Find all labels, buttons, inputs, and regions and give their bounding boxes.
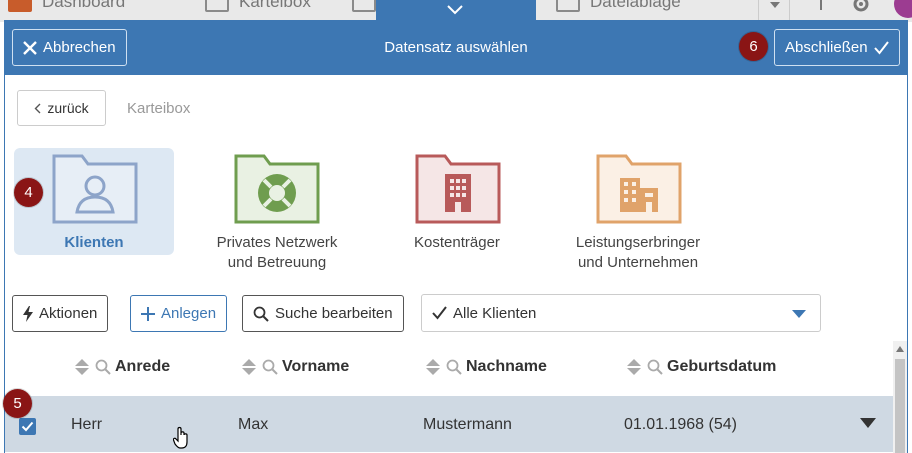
scroll-up-icon[interactable] <box>896 346 904 352</box>
edit-icon <box>352 0 376 12</box>
category-kostentraeger[interactable]: Kostenträger <box>377 148 537 255</box>
cell-anrede: Herr <box>71 416 103 433</box>
sort-icon[interactable] <box>627 359 641 375</box>
step-marker-4: 4 <box>14 178 43 207</box>
create-button-label: Anlegen <box>161 305 217 322</box>
caret-down-icon <box>792 310 806 318</box>
close-icon <box>23 40 37 55</box>
actions-button[interactable]: Aktionen <box>12 295 109 332</box>
chevron-down-icon <box>447 5 463 15</box>
company-folder-icon <box>596 154 682 224</box>
folder-icon <box>556 0 580 12</box>
plus-icon <box>141 306 155 321</box>
category-label: Leistungserbringer und Unternehmen <box>528 233 748 273</box>
chevron-left-icon <box>34 103 41 113</box>
row-checkbox[interactable] <box>19 418 36 435</box>
dateiablage-tab-label: Dateiablage <box>590 0 681 11</box>
person-folder-icon <box>52 154 138 224</box>
karteibox-tab-label: Karteibox <box>239 0 311 11</box>
category-label-text: Leistungserbringer und Unternehmen <box>575 234 701 271</box>
app-top-strip: Dashboard Karteibox Dateiablage <box>0 0 912 22</box>
cell-nachname: Mustermann <box>423 416 512 433</box>
category-leistungserbringer[interactable]: Leistungserbringer und Unternehmen <box>558 148 718 271</box>
cancel-button-label: Abbrechen <box>43 39 116 56</box>
step-marker-6: 6 <box>739 32 768 61</box>
lightning-icon <box>23 305 33 322</box>
sort-icon[interactable] <box>242 359 256 375</box>
column-header-anrede[interactable]: Anrede <box>75 358 170 376</box>
info-icon[interactable] <box>818 0 824 10</box>
step-marker-5: 5 <box>3 389 32 418</box>
column-label: Nachname <box>466 358 547 375</box>
actions-button-label: Aktionen <box>39 305 98 322</box>
record-select-modal: Datensatz auswählen Abbrechen Abschließe… <box>3 20 908 453</box>
cell-vorname: Max <box>238 416 269 433</box>
table-scrollbar[interactable] <box>893 341 907 453</box>
breadcrumb-current: Karteibox <box>127 100 191 117</box>
active-tab-collapse[interactable] <box>376 0 536 22</box>
back-button-label: zurück <box>47 100 89 116</box>
back-button[interactable]: zurück <box>17 90 106 126</box>
checkmark-icon <box>21 421 34 432</box>
table-header: Anrede Vorname Nachname Geburtsdatum <box>5 346 893 391</box>
gear-icon[interactable] <box>851 0 871 14</box>
column-label: Vorname <box>282 358 350 375</box>
category-label-text: Privates Netzwerk und Betreuung <box>216 234 338 271</box>
sort-icon[interactable] <box>75 359 89 375</box>
column-label: Geburtsdatum <box>667 358 777 375</box>
dateiablage-tab[interactable]: Dateiablage <box>556 0 681 12</box>
hand-cursor-icon <box>173 426 188 449</box>
avatar[interactable] <box>894 0 912 18</box>
dashboard-icon <box>8 0 32 12</box>
search-icon[interactable] <box>446 359 462 375</box>
client-filter-select[interactable]: Alle Klienten <box>421 294 821 332</box>
building-folder-icon <box>415 154 501 224</box>
finish-button-label: Abschließen <box>785 39 868 56</box>
tab-overflow-button[interactable] <box>758 0 790 22</box>
checkmark-icon <box>873 40 889 55</box>
checkmark-icon <box>432 306 447 320</box>
search-icon[interactable] <box>647 359 663 375</box>
client-filter-value: Alle Klienten <box>453 304 537 322</box>
column-label: Anrede <box>115 358 171 375</box>
scroll-thumb[interactable] <box>895 359 905 453</box>
cell-geburtsdatum: 01.01.1968 (54) <box>624 416 737 433</box>
edit-search-button-label: Suche bearbeiten <box>275 305 393 322</box>
search-icon <box>253 306 269 322</box>
box-icon <box>205 0 229 12</box>
finish-button[interactable]: Abschließen <box>774 29 900 66</box>
search-icon[interactable] <box>95 359 111 375</box>
dashboard-tab[interactable]: Dashboard <box>8 0 125 12</box>
edit-tab[interactable] <box>352 0 376 12</box>
column-header-vorname[interactable]: Vorname <box>242 358 349 376</box>
cancel-button[interactable]: Abbrechen <box>12 29 127 66</box>
edit-search-button[interactable]: Suche bearbeiten <box>242 295 404 332</box>
modal-header: Datensatz auswählen Abbrechen Abschließe… <box>5 21 907 75</box>
caret-down-icon <box>770 2 780 8</box>
table-row[interactable]: Herr Max Mustermann 01.01.1968 (54) <box>5 396 893 452</box>
sort-icon[interactable] <box>426 359 440 375</box>
column-header-nachname[interactable]: Nachname <box>426 358 547 376</box>
column-header-geburtsdatum[interactable]: Geburtsdatum <box>627 358 776 376</box>
category-privates-netzwerk[interactable]: Privates Netzwerk und Betreuung <box>196 148 356 271</box>
create-button[interactable]: Anlegen <box>130 295 228 332</box>
row-expand-icon[interactable] <box>860 418 876 428</box>
modal-title: Datensatz auswählen <box>384 39 528 56</box>
lifebuoy-folder-icon <box>234 154 320 224</box>
search-icon[interactable] <box>262 359 278 375</box>
karteibox-tab[interactable]: Karteibox <box>205 0 311 12</box>
dashboard-tab-label: Dashboard <box>42 0 126 11</box>
